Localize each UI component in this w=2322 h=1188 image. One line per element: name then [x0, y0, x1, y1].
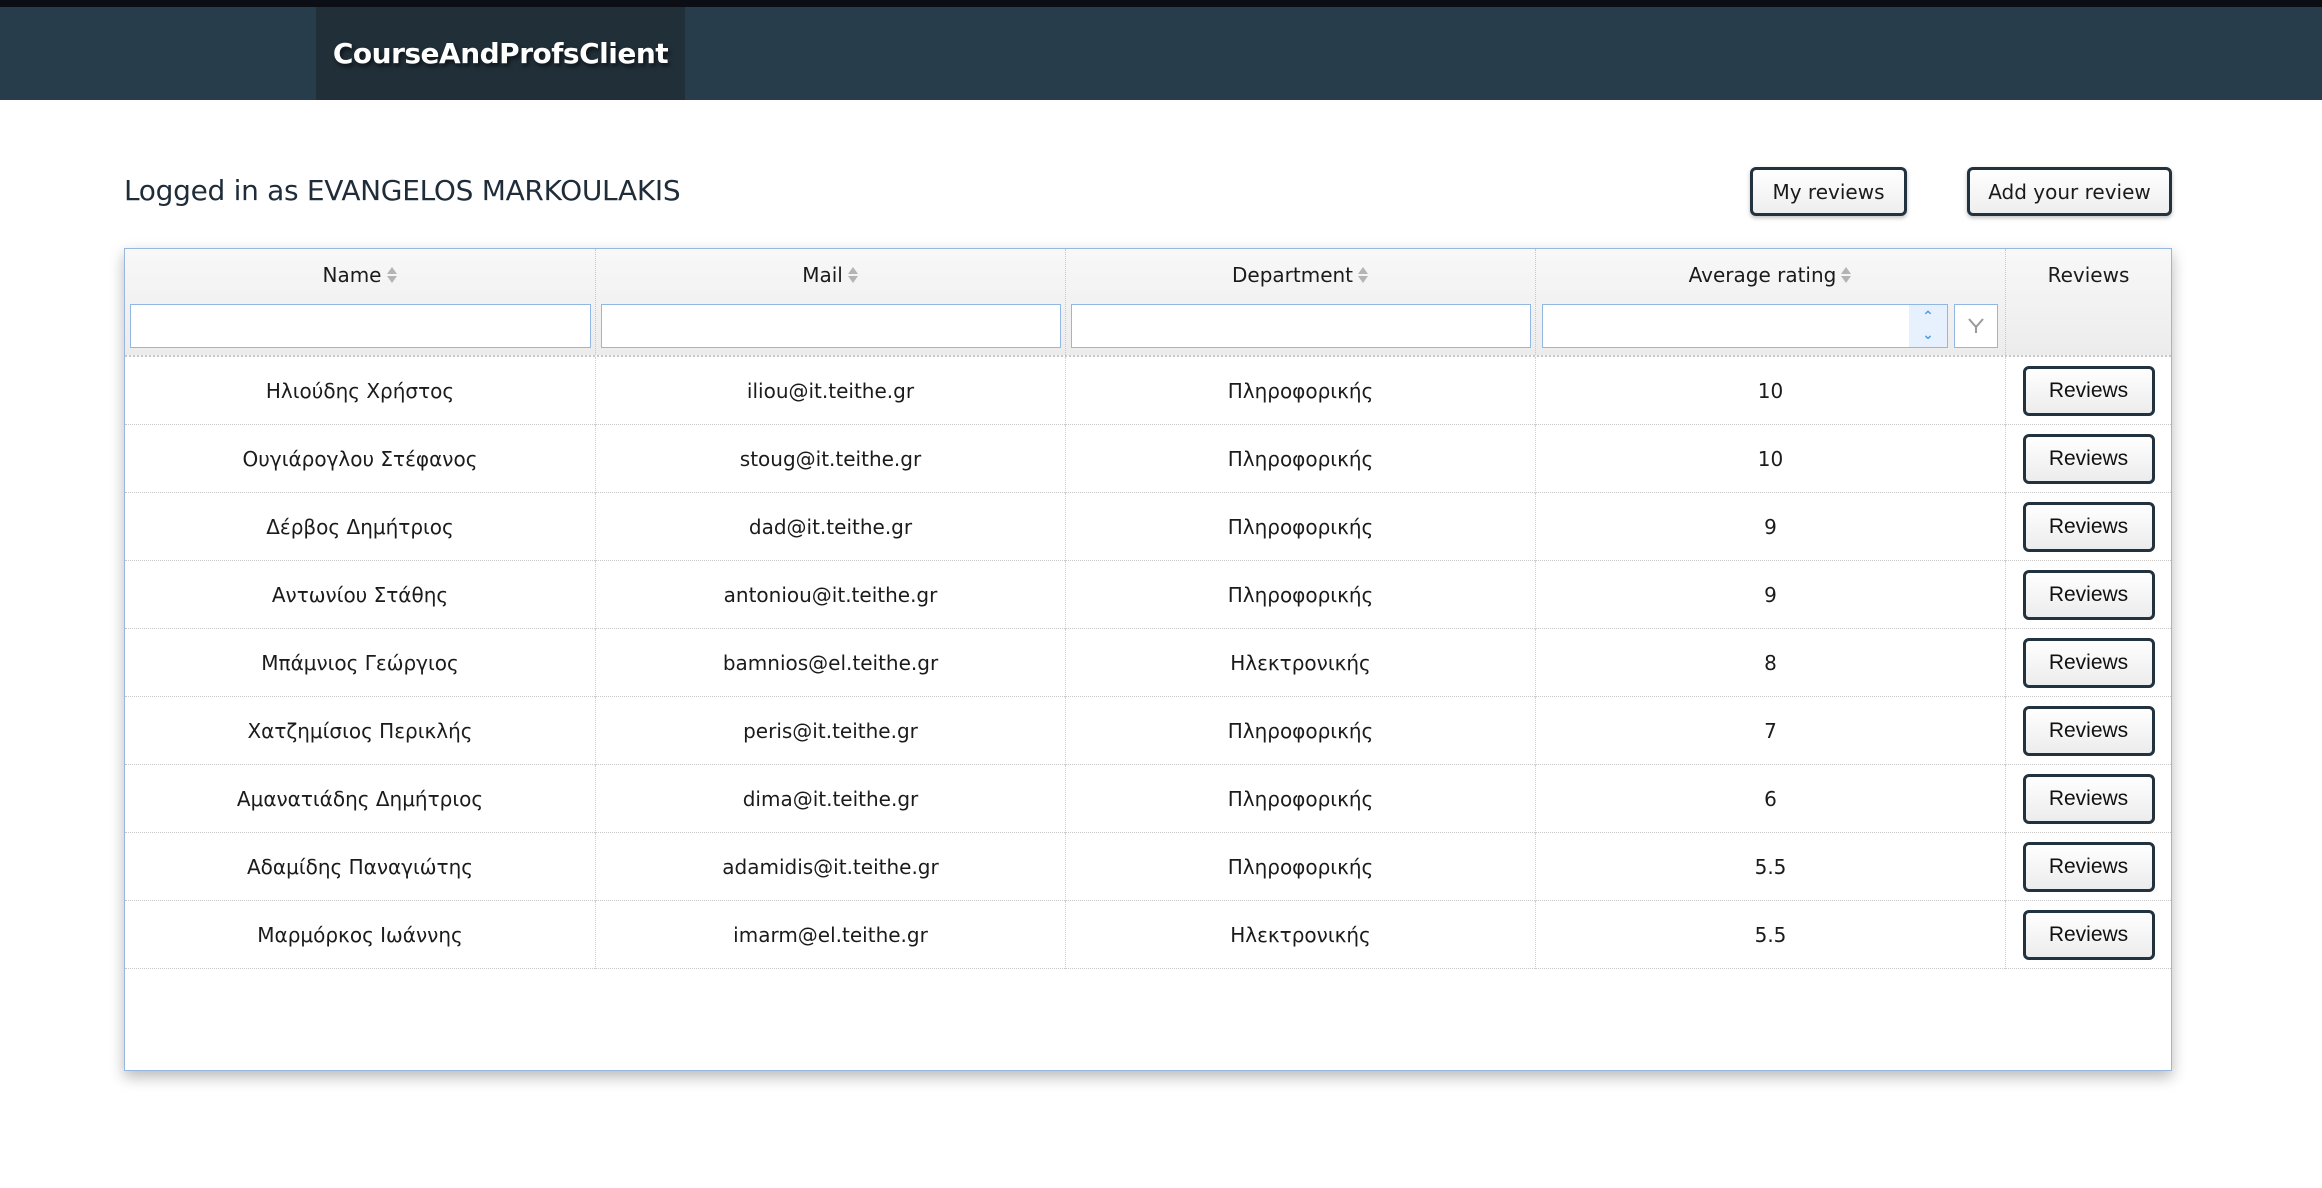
cell-reviews: Reviews — [2006, 697, 2171, 765]
mail-filter-input[interactable] — [601, 304, 1061, 348]
column-title: Average rating — [1688, 263, 1837, 287]
column-header-department[interactable]: Department — [1066, 249, 1536, 355]
my-reviews-button[interactable]: My reviews — [1750, 167, 1907, 216]
cell-name: Δέρβος Δημήτριος — [125, 493, 596, 561]
reviews-button[interactable]: Reviews — [2022, 502, 2155, 552]
cell-name: Αμανατιάδης Δημήτριος — [125, 765, 596, 833]
chevron-up-icon[interactable]: ⌃ — [1922, 309, 1934, 325]
reviews-button[interactable]: Reviews — [2022, 638, 2155, 688]
cell-rating: 8 — [1536, 629, 2006, 697]
cell-mail: dad@it.teithe.gr — [596, 493, 1066, 561]
cell-department: Πληροφορικής — [1066, 561, 1536, 629]
cell-department: Πληροφορικής — [1066, 697, 1536, 765]
add-review-button[interactable]: Add your review — [1967, 167, 2172, 216]
cell-reviews: Reviews — [2006, 425, 2171, 493]
column-title: Reviews — [2047, 263, 2130, 287]
column-title-wrap: Mail — [596, 263, 1065, 287]
grid-header: Name Mail Department Average rating ⌃ ⌄ — [125, 249, 2171, 357]
cell-name: Ηλιούδης Χρήστος — [125, 357, 596, 425]
column-header-average-rating[interactable]: Average rating ⌃ ⌄ — [1536, 249, 2006, 355]
cell-rating: 9 — [1536, 561, 2006, 629]
cell-mail: iliou@it.teithe.gr — [596, 357, 1066, 425]
cell-mail: stoug@it.teithe.gr — [596, 425, 1066, 493]
name-filter-input[interactable] — [130, 304, 591, 348]
reviews-button[interactable]: Reviews — [2022, 706, 2155, 756]
cell-mail: antoniou@it.teithe.gr — [596, 561, 1066, 629]
cell-rating: 10 — [1536, 357, 2006, 425]
cell-rating: 7 — [1536, 697, 2006, 765]
sort-icon[interactable] — [386, 266, 398, 284]
table-row[interactable]: Αντωνίου Στάθης antoniou@it.teithe.gr Πληρ… — [125, 561, 2171, 629]
reviews-button[interactable]: Reviews — [2022, 774, 2155, 824]
cell-reviews: Reviews — [2006, 561, 2171, 629]
cell-department: Πληροφορικής — [1066, 493, 1536, 561]
cell-reviews: Reviews — [2006, 493, 2171, 561]
table-row[interactable]: Αμανατιάδης Δημήτριος dima@it.teithe.gr Πλ… — [125, 765, 2171, 833]
cell-reviews: Reviews — [2006, 833, 2171, 901]
navbar: CourseAndProfsClient — [0, 7, 2322, 100]
column-title: Mail — [802, 263, 843, 287]
cell-reviews: Reviews — [2006, 901, 2171, 969]
cell-department: Ηλεκτρονικής — [1066, 629, 1536, 697]
cell-mail: peris@it.teithe.gr — [596, 697, 1066, 765]
cell-department: Πληροφορικής — [1066, 425, 1536, 493]
table-row[interactable]: Μπάμνιος Γεώργιος bamnios@el.teithe.gr Ηλε… — [125, 629, 2171, 697]
reviews-button[interactable]: Reviews — [2022, 910, 2155, 960]
table-row[interactable]: Ουγιάρογλου Στέφανος stoug@it.teithe.gr Πλ… — [125, 425, 2171, 493]
table-row[interactable]: Αδαμίδης Παναγιώτης adamidis@it.teithe.gr… — [125, 833, 2171, 901]
reviews-button[interactable]: Reviews — [2022, 434, 2155, 484]
cell-rating: 5.5 — [1536, 833, 2006, 901]
column-header-reviews: Reviews — [2006, 249, 2171, 355]
cell-rating: 6 — [1536, 765, 2006, 833]
cell-department: Πληροφορικής — [1066, 357, 1536, 425]
rating-filter-input[interactable]: ⌃ ⌄ — [1542, 304, 1948, 348]
cell-name: Μαρμόρκος Ιωάννης — [125, 901, 596, 969]
sort-icon[interactable] — [847, 266, 859, 284]
chevron-down-icon[interactable]: ⌄ — [1922, 327, 1934, 343]
cell-reviews: Reviews — [2006, 765, 2171, 833]
cell-mail: adamidis@it.teithe.gr — [596, 833, 1066, 901]
cell-mail: dima@it.teithe.gr — [596, 765, 1066, 833]
column-title: Department — [1231, 263, 1354, 287]
cell-name: Μπάμνιος Γεώργιος — [125, 629, 596, 697]
column-title: Name — [322, 263, 382, 287]
brand-title: CourseAndProfsClient — [332, 37, 669, 70]
professors-grid: Name Mail Department Average rating ⌃ ⌄ — [124, 248, 2172, 1071]
cell-rating: 10 — [1536, 425, 2006, 493]
cell-name: Αδαμίδης Παναγιώτης — [125, 833, 596, 901]
sort-icon[interactable] — [1840, 266, 1852, 284]
rating-filter-button[interactable] — [1954, 304, 1998, 348]
cell-department: Πληροφορικής — [1066, 765, 1536, 833]
column-header-name[interactable]: Name — [125, 249, 596, 355]
cell-department: Πληροφορικής — [1066, 833, 1536, 901]
cell-reviews: Reviews — [2006, 629, 2171, 697]
table-row[interactable]: Χατζημίσιος Περικλής peris@it.teithe.gr Πλ… — [125, 697, 2171, 765]
filter-icon — [1968, 318, 1984, 333]
cell-mail: bamnios@el.teithe.gr — [596, 629, 1066, 697]
cell-name: Χατζημίσιος Περικλής — [125, 697, 596, 765]
reviews-button[interactable]: Reviews — [2022, 366, 2155, 416]
rating-spinner[interactable]: ⌃ ⌄ — [1909, 305, 1947, 347]
cell-reviews: Reviews — [2006, 357, 2171, 425]
logged-in-label: Logged in as EVANGELOS MARKOULAKIS — [124, 174, 681, 207]
window-top-strip — [0, 0, 2322, 7]
column-title-wrap: Name — [125, 263, 595, 287]
brand-link[interactable]: CourseAndProfsClient — [316, 7, 685, 100]
cell-rating: 9 — [1536, 493, 2006, 561]
column-header-mail[interactable]: Mail — [596, 249, 1066, 355]
cell-rating: 5.5 — [1536, 901, 2006, 969]
sort-icon[interactable] — [1357, 266, 1369, 284]
column-title-wrap: Department — [1066, 263, 1535, 287]
cell-mail: imarm@el.teithe.gr — [596, 901, 1066, 969]
cell-name: Αντωνίου Στάθης — [125, 561, 596, 629]
reviews-button[interactable]: Reviews — [2022, 842, 2155, 892]
cell-department: Ηλεκτρονικής — [1066, 901, 1536, 969]
table-row[interactable]: Μαρμόρκος Ιωάννης imarm@el.teithe.gr Ηλεκτ… — [125, 901, 2171, 969]
department-filter-input[interactable] — [1071, 304, 1531, 348]
table-row[interactable]: Ηλιούδης Χρήστος iliou@it.teithe.gr Πληροφ… — [125, 357, 2171, 425]
cell-name: Ουγιάρογλου Στέφανος — [125, 425, 596, 493]
reviews-button[interactable]: Reviews — [2022, 570, 2155, 620]
column-title-wrap: Average rating — [1536, 263, 2005, 287]
table-row[interactable]: Δέρβος Δημήτριος dad@it.teithe.gr Πληροφορ… — [125, 493, 2171, 561]
